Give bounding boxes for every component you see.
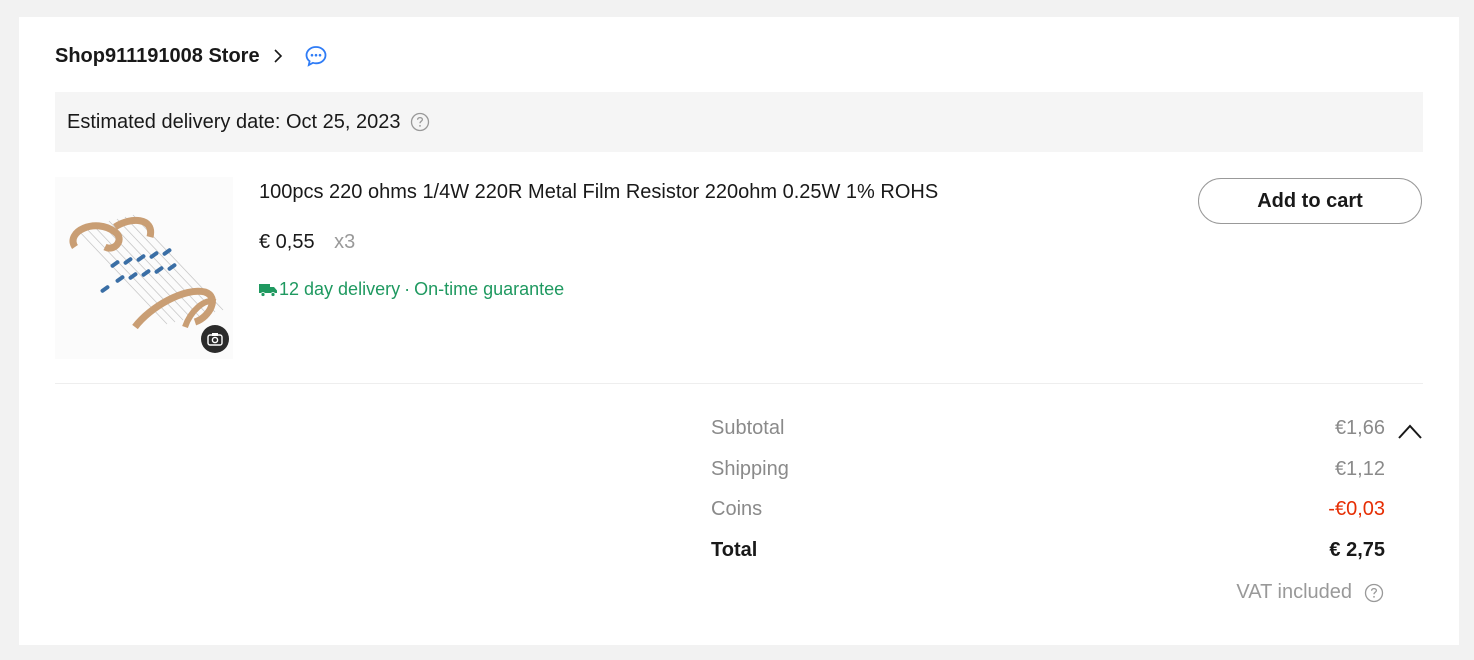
chevron-up-icon[interactable]	[1397, 422, 1423, 440]
delivery-days: 12 day delivery	[279, 279, 401, 299]
help-icon[interactable]	[410, 112, 430, 132]
subtotal-label: Subtotal	[711, 417, 785, 439]
subtotal-value: €1,66	[1334, 417, 1385, 439]
coins-label: Coins	[711, 498, 763, 520]
product-image[interactable]	[55, 177, 233, 359]
shipping-value: €1,12	[1334, 457, 1385, 480]
chat-icon[interactable]	[304, 44, 328, 68]
shipping-label: Shipping	[711, 457, 789, 480]
coins-value: -€0,03	[1328, 498, 1385, 520]
summary-row-total: Total € 2,75	[711, 539, 1385, 580]
shipping-info: 12 day delivery · On-time guarantee	[259, 279, 564, 300]
summary-row-shipping: Shipping €1,12	[711, 458, 1385, 499]
camera-icon[interactable]	[201, 325, 229, 353]
add-to-cart-button[interactable]: Add to cart	[1198, 178, 1422, 224]
store-name-link[interactable]: Shop911191008 Store	[55, 45, 260, 68]
unit-price: € 0,55	[259, 231, 315, 253]
order-card: Shop911191008 Store Estimated delivery d…	[19, 17, 1459, 645]
on-time-guarantee[interactable]: On-time guarantee	[414, 279, 564, 300]
chevron-right-icon[interactable]	[270, 48, 286, 64]
truck-icon	[259, 283, 277, 297]
product-item: 100pcs 220 ohms 1/4W 220R Metal Film Res…	[55, 177, 1423, 384]
order-summary: Subtotal €1,66 Shipping €1,12 Coins -€0,…	[711, 417, 1385, 579]
vat-label: VAT included	[1236, 581, 1352, 603]
delivery-date-text: Estimated delivery date: Oct 25, 2023	[67, 110, 401, 133]
price-row: € 0,55 x3	[259, 231, 355, 254]
delivery-estimate-bar: Estimated delivery date: Oct 25, 2023	[55, 92, 1423, 152]
store-header: Shop911191008 Store	[55, 41, 328, 71]
help-icon[interactable]	[1364, 583, 1384, 603]
summary-row-subtotal: Subtotal €1,66	[711, 417, 1385, 458]
summary-row-coins: Coins -€0,03	[711, 498, 1385, 539]
total-value: € 2,75	[1329, 538, 1385, 561]
separator-dot: ·	[404, 279, 411, 299]
quantity: x3	[334, 231, 356, 253]
vat-row: VAT included	[1236, 581, 1384, 604]
product-title[interactable]: 100pcs 220 ohms 1/4W 220R Metal Film Res…	[259, 181, 938, 204]
total-label: Total	[711, 538, 758, 561]
